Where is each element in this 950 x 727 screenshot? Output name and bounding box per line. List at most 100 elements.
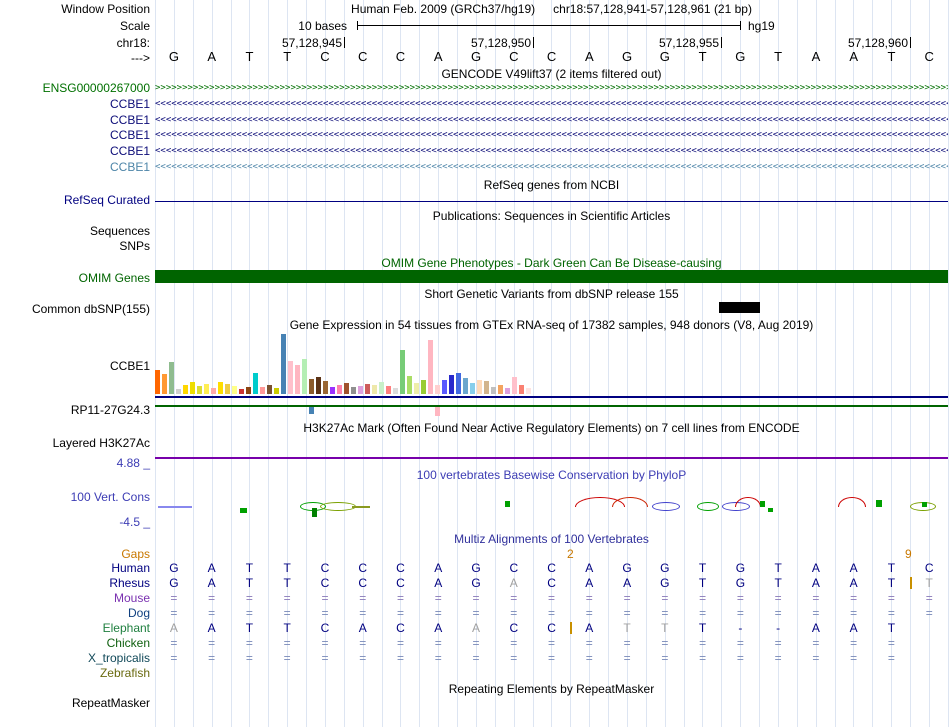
species-label-x_tropicalis[interactable]: X_tropicalis [0, 651, 150, 665]
gtex-expression-bar[interactable] [435, 407, 440, 416]
refseq-curated-item[interactable] [155, 201, 948, 202]
h3k27ac-signal[interactable] [155, 457, 948, 459]
alignment-base: = [736, 591, 744, 605]
gtex-expression-bar[interactable] [456, 373, 461, 394]
gene-label[interactable]: CCBE1 [0, 113, 150, 127]
transcript-item[interactable]: <<<<<<<<<<<<<<<<<<<<<<<<<<<<<<<<<<<<<<<<… [155, 129, 948, 142]
species-label-dog[interactable]: Dog [0, 606, 150, 620]
gtex-expression-bar[interactable] [463, 378, 468, 394]
refseq-curated-label[interactable]: RefSeq Curated [0, 193, 150, 207]
snps-track-label[interactable]: SNPs [0, 239, 150, 253]
gtex-expression-bar[interactable] [155, 370, 160, 394]
gtex-expression-bar[interactable] [491, 387, 496, 394]
dbsnp-track-label[interactable]: Common dbSNP(155) [0, 302, 150, 316]
species-label-rhesus[interactable]: Rhesus [0, 576, 150, 590]
transcript-item[interactable]: <<<<<<<<<<<<<<<<<<<<<<<<<<<<<<<<<<<<<<<<… [155, 98, 948, 111]
gaps-row-label[interactable]: Gaps [0, 547, 150, 561]
gtex-expression-bar[interactable] [204, 384, 209, 394]
gene-label[interactable]: CCBE1 [0, 97, 150, 111]
conservation-track-label[interactable]: 100 Vert. Cons [0, 490, 150, 504]
gtex-expression-bar[interactable] [344, 383, 349, 394]
alignment-base: = [321, 606, 329, 620]
transcript-item[interactable]: >>>>>>>>>>>>>>>>>>>>>>>>>>>>>>>>>>>>>>>>… [155, 82, 948, 95]
gtex-bar-chart[interactable] [155, 330, 534, 394]
gtex-expression-bar[interactable] [358, 386, 363, 394]
h3k27ac-track-label[interactable]: Layered H3K27Ac [0, 436, 150, 450]
gtex-expression-bar[interactable] [421, 380, 426, 394]
gtex-expression-bar[interactable] [260, 387, 265, 394]
species-label-mouse[interactable]: Mouse [0, 591, 150, 605]
conservation-mark [922, 502, 927, 507]
gtex-expression-bar[interactable] [365, 384, 370, 394]
gtex-expression-bar[interactable] [267, 385, 272, 394]
species-label-human[interactable]: Human [0, 561, 150, 575]
gtex-expression-bar[interactable] [484, 381, 489, 394]
gtex-expression-bar[interactable] [274, 388, 279, 394]
gtex-expression-bar[interactable] [512, 377, 517, 394]
gtex-expression-bar[interactable] [162, 374, 167, 394]
gtex-expression-bar[interactable] [232, 386, 237, 394]
gtex-expression-bar[interactable] [351, 387, 356, 394]
transcript-item[interactable]: <<<<<<<<<<<<<<<<<<<<<<<<<<<<<<<<<<<<<<<<… [155, 145, 948, 158]
gene-label[interactable]: ENSG00000267000 [0, 81, 150, 95]
gene-label[interactable]: CCBE1 [0, 160, 150, 174]
gtex-expression-bar[interactable] [470, 383, 475, 394]
gtex-expression-bar[interactable] [239, 389, 244, 394]
gtex-expression-bar[interactable] [442, 380, 447, 394]
alignment-base: A [358, 621, 367, 635]
gtex-expression-bar[interactable] [330, 387, 335, 394]
gtex-expression-bar[interactable] [281, 334, 286, 394]
gtex-expression-bar[interactable] [337, 385, 342, 394]
gtex-expression-bar[interactable] [526, 388, 531, 394]
gtex-expression-bar[interactable] [498, 385, 503, 394]
gtex-expression-bar[interactable] [309, 379, 314, 394]
gtex-expression-bar[interactable] [505, 388, 510, 394]
gtex-expression-bar[interactable] [183, 385, 188, 394]
gtex-expression-bar[interactable] [393, 388, 398, 394]
gtex-expression-bar[interactable] [400, 350, 405, 394]
gtex-expression-bar[interactable] [288, 361, 293, 394]
transcript-item[interactable]: <<<<<<<<<<<<<<<<<<<<<<<<<<<<<<<<<<<<<<<<… [155, 161, 948, 174]
species-label-elephant[interactable]: Elephant [0, 621, 150, 635]
gtex-expression-bar[interactable] [253, 373, 258, 394]
gtex-expression-bar[interactable] [218, 382, 223, 394]
gtex-expression-bar[interactable] [246, 387, 251, 394]
rp11-gene-line[interactable] [155, 405, 948, 407]
gtex-expression-bar[interactable] [316, 377, 321, 394]
gtex-expression-bar[interactable] [225, 384, 230, 394]
gene-label[interactable]: CCBE1 [0, 128, 150, 142]
alignment-base: = [396, 591, 404, 605]
gtex-expression-bar[interactable] [211, 388, 216, 394]
gtex-expression-bar[interactable] [414, 383, 419, 394]
gene-label[interactable]: CCBE1 [0, 144, 150, 158]
dbsnp-item[interactable] [719, 302, 760, 313]
gtex-expression-bar[interactable] [323, 381, 328, 394]
gtex-expression-bar[interactable] [428, 340, 433, 394]
gtex-expression-bar[interactable] [169, 362, 174, 394]
window-position-label: Window Position [61, 2, 150, 16]
rp11-gene-label[interactable]: RP11-27G24.3 [0, 403, 150, 417]
gtex-gene-label[interactable]: CCBE1 [0, 359, 150, 373]
gtex-expression-bar[interactable] [309, 407, 314, 414]
gtex-expression-bar[interactable] [407, 376, 412, 394]
gtex-expression-bar[interactable] [449, 375, 454, 394]
repeatmasker-track-label[interactable]: RepeatMasker [0, 696, 150, 710]
species-label-zebrafish[interactable]: Zebrafish [0, 666, 150, 680]
gtex-expression-bar[interactable] [435, 385, 440, 394]
gtex-expression-bar[interactable] [176, 389, 181, 394]
gtex-expression-bar[interactable] [519, 385, 524, 394]
gtex-expression-bar[interactable] [295, 365, 300, 394]
omim-genes-label[interactable]: OMIM Genes [0, 271, 150, 285]
conservation-mark [320, 502, 356, 511]
gtex-expression-bar[interactable] [379, 382, 384, 394]
gtex-expression-bar[interactable] [386, 386, 391, 394]
gtex-expression-bar[interactable] [372, 385, 377, 394]
gtex-expression-bar[interactable] [190, 382, 195, 394]
gtex-expression-bar[interactable] [197, 386, 202, 394]
sequences-track-label[interactable]: Sequences [0, 224, 150, 238]
gtex-expression-bar[interactable] [477, 380, 482, 394]
gtex-expression-bar[interactable] [302, 359, 307, 394]
transcript-item[interactable]: <<<<<<<<<<<<<<<<<<<<<<<<<<<<<<<<<<<<<<<<… [155, 114, 948, 127]
species-label-chicken[interactable]: Chicken [0, 636, 150, 650]
omim-gene-item[interactable] [155, 270, 948, 283]
